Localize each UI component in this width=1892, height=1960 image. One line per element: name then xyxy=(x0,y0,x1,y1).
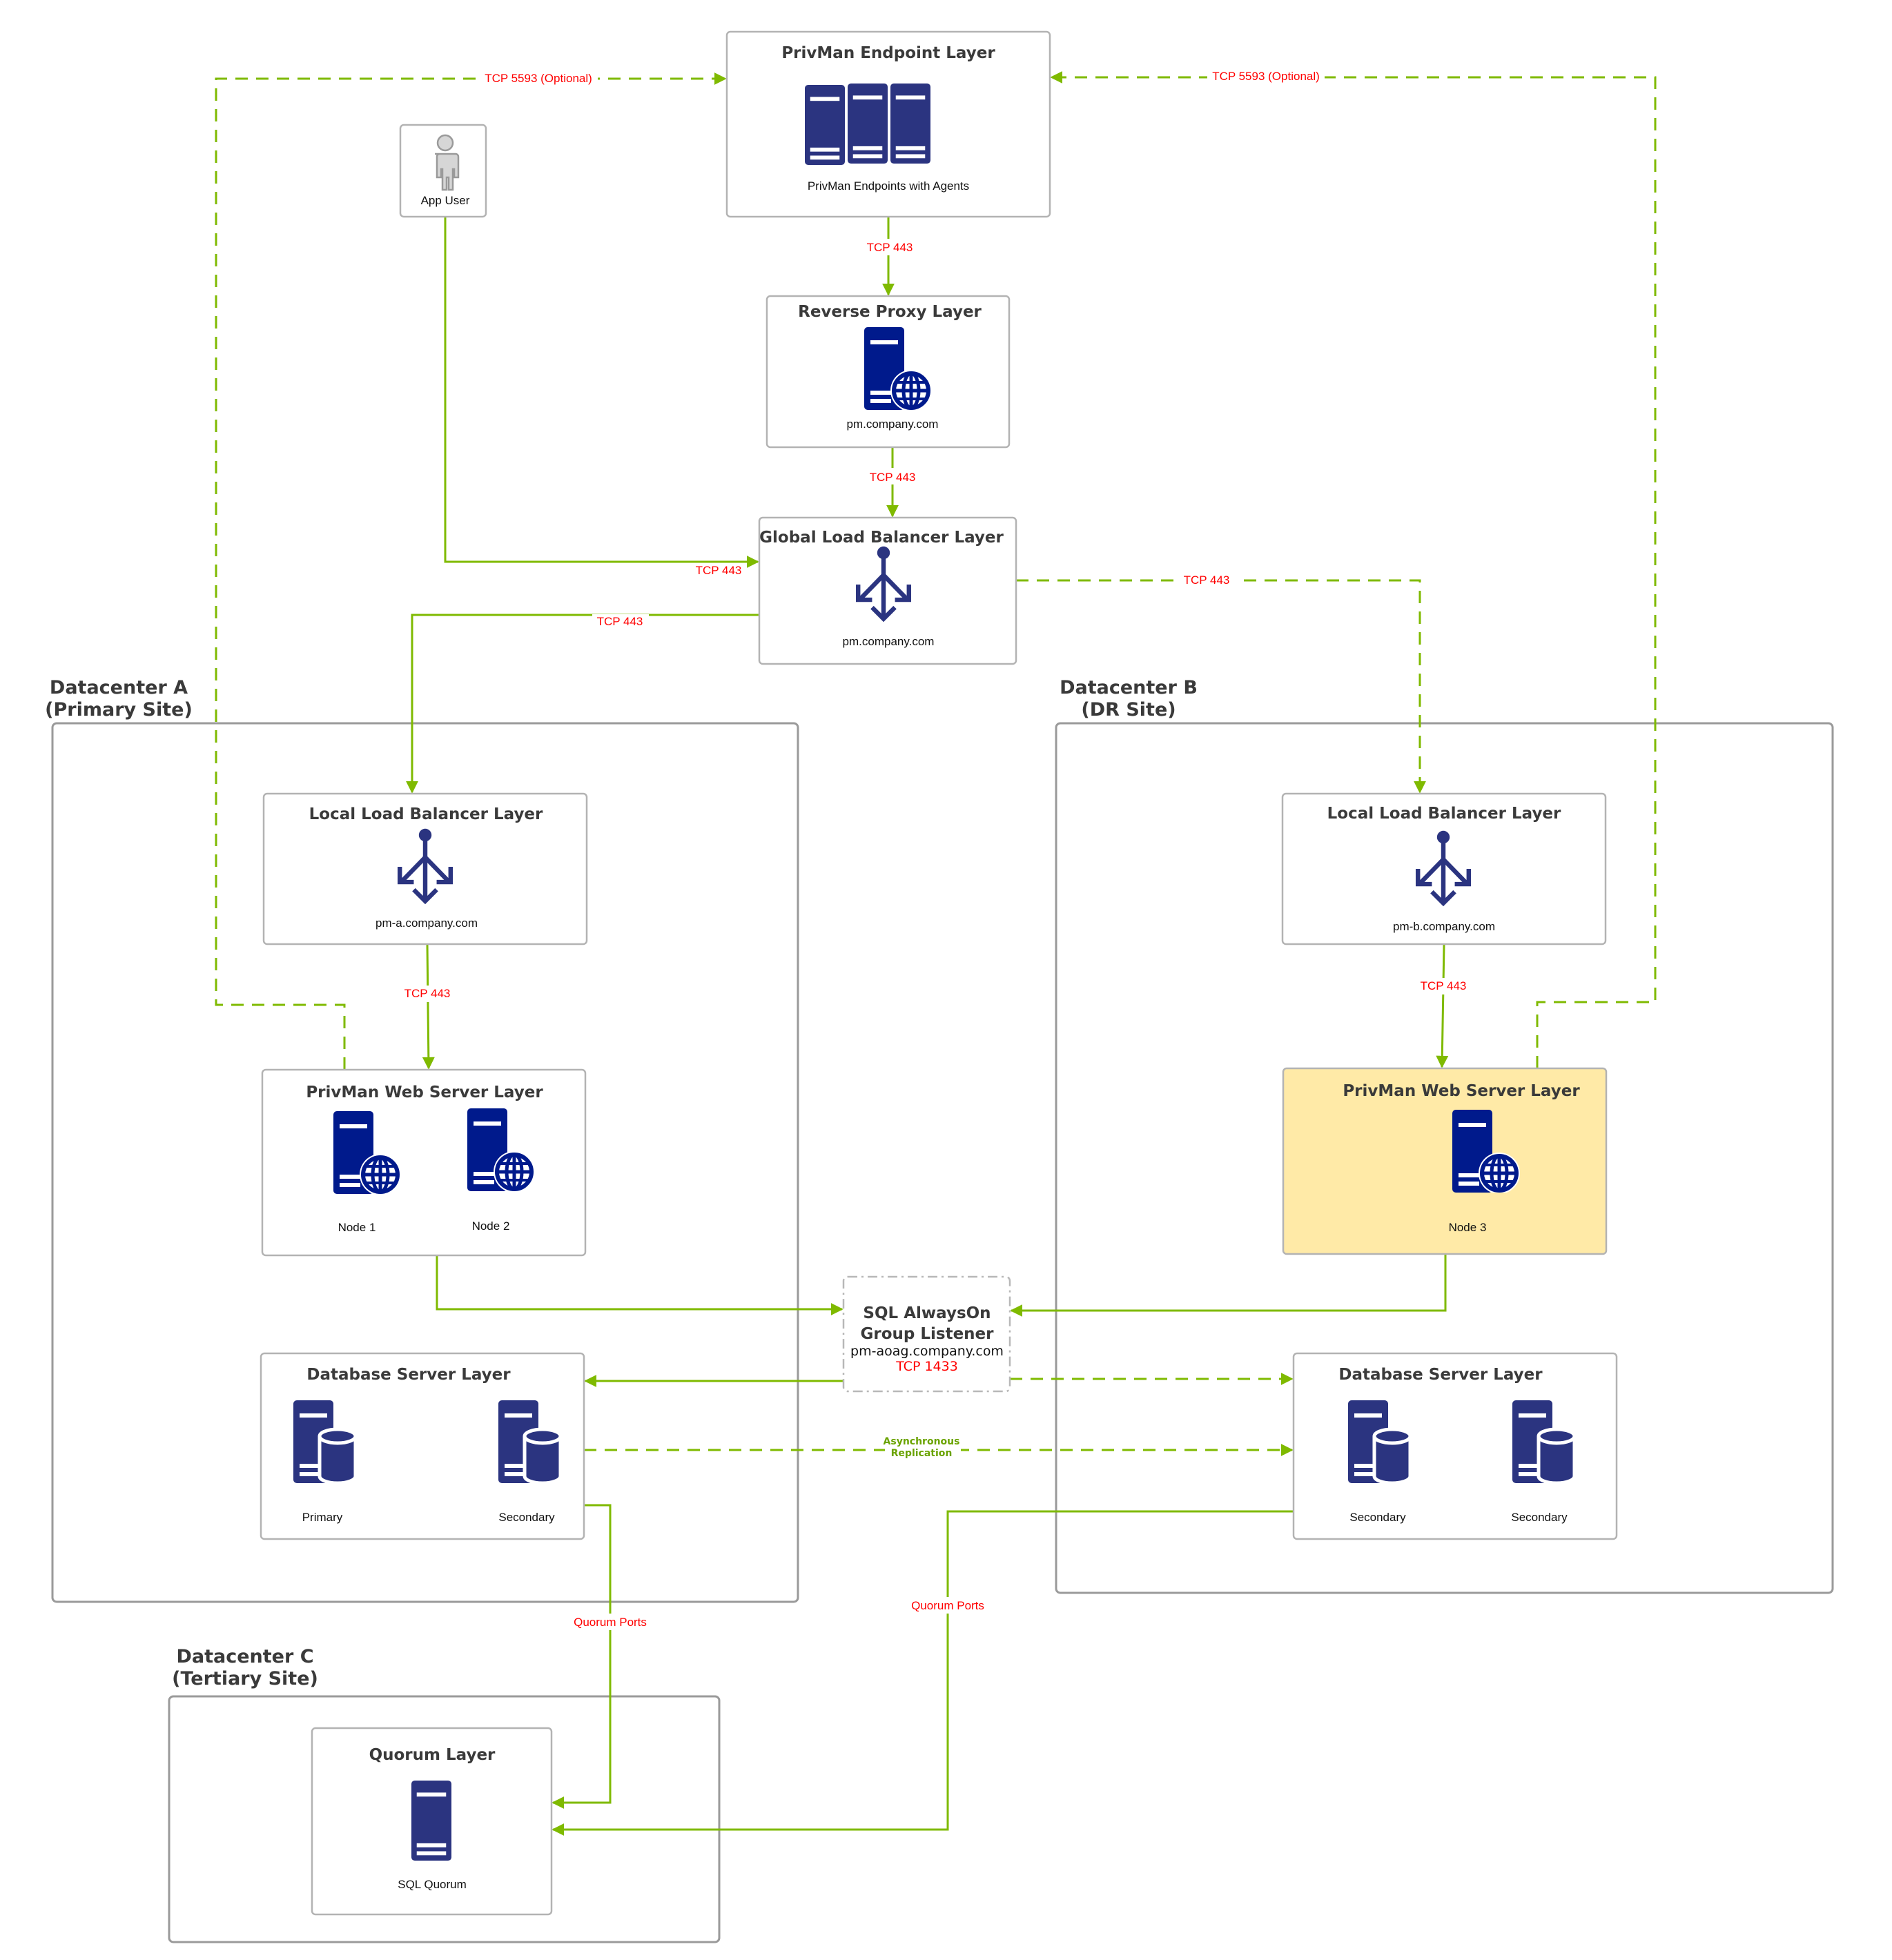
datacenter-c-site: (Tertiary Site) xyxy=(172,1668,318,1689)
connector-glb-to-lb-a[interactable] xyxy=(406,614,759,794)
label-lb-a-to-web-a: TCP 443 xyxy=(404,987,451,1000)
sql-listener-title-2: Group Listener xyxy=(860,1325,994,1343)
web-layer-a-title: PrivMan Web Server Layer xyxy=(306,1084,543,1101)
db-server-label: Secondary xyxy=(1511,1511,1568,1524)
datacenter-a-site: (Primary Site) xyxy=(45,699,193,721)
local-lb-b-host: pm-b.company.com xyxy=(1393,920,1495,933)
endpoint-layer-subtitle: PrivMan Endpoints with Agents xyxy=(808,179,969,193)
app-user-label: App User xyxy=(421,194,470,207)
label-cross-site-replication-1: Asynchronous xyxy=(884,1436,960,1447)
datacenter-c-name: Datacenter C xyxy=(176,1646,313,1667)
quorum-server-label: SQL Quorum xyxy=(398,1878,467,1891)
server-rack-icon xyxy=(805,84,930,165)
sql-listener-host: pm-aoag.company.com xyxy=(850,1344,1004,1359)
db-server-label: Secondary xyxy=(1349,1511,1406,1524)
connector-user-to-glb[interactable] xyxy=(444,217,759,568)
reverse-proxy-title: Reverse Proxy Layer xyxy=(798,303,982,321)
web-layer-b[interactable]: PrivMan Web Server Layer Node 3 xyxy=(1282,1067,1608,1255)
endpoint-layer[interactable]: PrivMan Endpoint Layer PrivMan Endpoints… xyxy=(725,30,1051,218)
label-db-a-to-quorum: Quorum Ports xyxy=(574,1616,647,1629)
label-endpoint-to-proxy: TCP 443 xyxy=(867,241,913,254)
global-lb-layer[interactable]: Global Load Balancer Layer pm.company.co… xyxy=(758,516,1017,665)
global-lb-title: Global Load Balancer Layer xyxy=(759,529,1004,547)
datacenter-a-name: Datacenter A xyxy=(50,677,188,698)
db-layer-a[interactable]: Database Server Layer Primary Secondary xyxy=(260,1352,585,1540)
local-lb-a-title: Local Load Balancer Layer xyxy=(309,805,543,823)
label-web-a-to-endpoint: TCP 5593 (Optional) xyxy=(485,72,592,85)
local-lb-a[interactable]: Local Load Balancer Layer pm-a.company.c… xyxy=(262,792,588,945)
label-web-b-to-endpoint: TCP 5593 (Optional) xyxy=(1212,70,1320,83)
endpoint-layer-title: PrivMan Endpoint Layer xyxy=(781,44,995,62)
connector-db-a-to-quorum[interactable] xyxy=(552,1504,612,1809)
node-label: Node 3 xyxy=(1449,1221,1487,1234)
architecture-diagram: Datacenter A (Primary Site) Datacenter B… xyxy=(45,30,1834,1943)
connector-web-b-to-listener[interactable] xyxy=(1010,1254,1447,1317)
local-lb-a-host: pm-a.company.com xyxy=(376,917,478,930)
label-glb-to-lb-a: TCP 443 xyxy=(597,615,643,628)
db-layer-a-title: Database Server Layer xyxy=(306,1366,511,1384)
label-cross-site-replication-2: Replication xyxy=(891,1448,953,1459)
db-layer-b[interactable]: Database Server Layer Secondary Secondar… xyxy=(1292,1352,1618,1540)
server-icon xyxy=(411,1781,451,1861)
connector-db-b-to-quorum[interactable] xyxy=(552,1510,1294,1836)
local-lb-b-title: Local Load Balancer Layer xyxy=(1327,805,1561,823)
connector-lb-b-to-web-b[interactable] xyxy=(1436,943,1449,1068)
label-db-b-to-quorum: Quorum Ports xyxy=(911,1599,984,1612)
db-server-label: Primary xyxy=(302,1511,343,1524)
node-label: Node 1 xyxy=(338,1221,376,1234)
connector-lb-a-to-web-a[interactable] xyxy=(422,943,435,1070)
db-layer-b-title: Database Server Layer xyxy=(1338,1366,1543,1384)
sql-listener-port: TCP 1433 xyxy=(895,1359,958,1374)
web-layer-a[interactable]: PrivMan Web Server Layer Node 1 Node 2 xyxy=(261,1068,587,1257)
sql-listener[interactable]: SQL AlwaysOn Group Listener pm-aoag.comp… xyxy=(842,1275,1011,1393)
reverse-proxy-layer[interactable]: Reverse Proxy Layer pm.company.com xyxy=(765,295,1011,449)
web-layer-b-title: PrivMan Web Server Layer xyxy=(1343,1082,1580,1100)
label-user-to-glb: TCP 443 xyxy=(696,564,742,577)
label-proxy-to-glb: TCP 443 xyxy=(870,471,916,484)
label-glb-to-lb-b: TCP 443 xyxy=(1184,574,1230,587)
db-server-label: Secondary xyxy=(498,1511,555,1524)
connector-web-a-to-listener[interactable] xyxy=(436,1255,843,1315)
quorum-layer-title: Quorum Layer xyxy=(369,1746,496,1764)
datacenter-b-name: Datacenter B xyxy=(1060,677,1198,698)
datacenter-b-site: (DR Site) xyxy=(1081,699,1176,721)
sql-listener-title-1: SQL AlwaysOn xyxy=(863,1304,991,1322)
quorum-layer[interactable]: Quorum Layer SQL Quorum xyxy=(311,1727,553,1916)
node-label: Node 2 xyxy=(472,1219,510,1233)
app-user[interactable]: App User xyxy=(399,124,487,218)
local-lb-b[interactable]: Local Load Balancer Layer pm-b.company.c… xyxy=(1281,792,1607,945)
label-lb-b-to-web-b: TCP 443 xyxy=(1421,979,1467,992)
reverse-proxy-host: pm.company.com xyxy=(847,418,939,431)
global-lb-host: pm.company.com xyxy=(843,635,935,648)
